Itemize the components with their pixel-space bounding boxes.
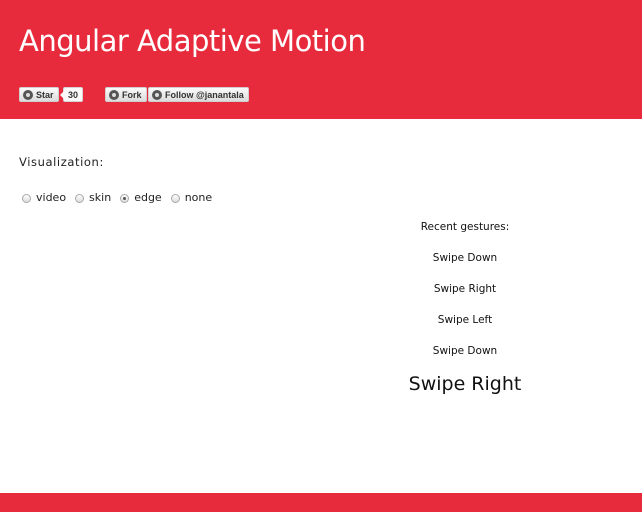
current-gesture: Swipe Right [408,373,522,395]
radio-label-video[interactable]: video [36,191,66,204]
gesture-item: Swipe Right [433,283,497,295]
github-icon [109,89,119,100]
page-title: Angular Adaptive Motion [19,24,366,58]
radio-edge[interactable] [120,194,130,203]
visualization-options: video skin edge none [19,191,218,204]
recent-gestures-panel: Recent gestures: Swipe Down Swipe Right … [365,221,565,395]
radio-video[interactable] [22,194,31,203]
radio-none[interactable] [170,194,180,203]
github-follow-button[interactable]: Follow @janantala [148,87,249,102]
github-icon [23,89,33,100]
recent-gestures-heading: Recent gestures: [420,221,510,233]
star-label: Star [36,89,54,100]
github-icon [152,89,162,100]
radio-label-skin[interactable]: skin [89,191,111,204]
fork-label: Fork [122,89,142,100]
header-bar: Angular Adaptive Motion Star 30 Fork Fol… [0,0,642,119]
github-star-button[interactable]: Star [19,87,59,102]
gesture-item: Swipe Down [432,252,498,264]
footer-bar [0,493,642,512]
gesture-item: Swipe Left [437,314,493,326]
radio-skin[interactable] [75,194,85,203]
radio-label-none[interactable]: none [185,191,212,204]
star-count[interactable]: 30 [59,87,84,102]
visualization-label: Visualization: [19,155,104,169]
follow-label: Follow @janantala [165,89,244,100]
github-fork-button[interactable]: Fork [105,87,147,102]
radio-label-edge[interactable]: edge [134,191,162,204]
gesture-item: Swipe Down [432,345,498,357]
